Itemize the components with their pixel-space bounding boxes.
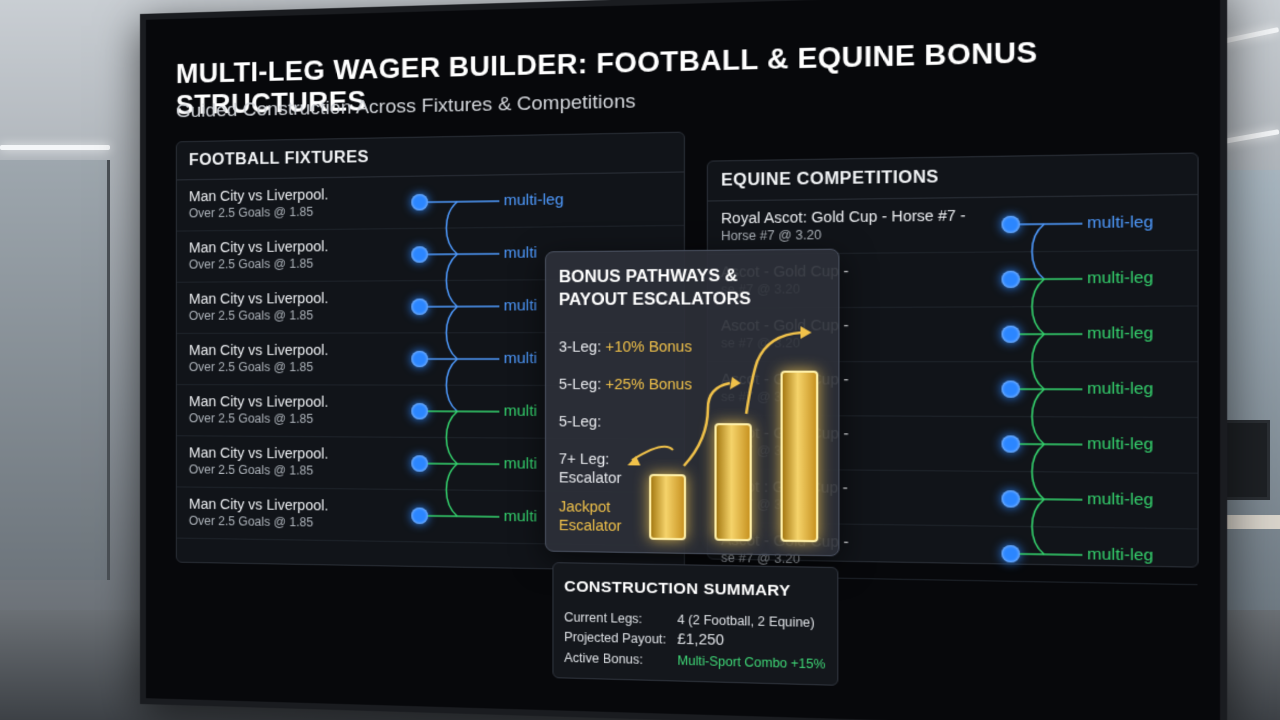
- leg-select-dot-icon[interactable]: [1002, 381, 1020, 398]
- football-fixture-odds: Over 2.5 Goals @ 1.85: [189, 256, 313, 271]
- leg-select-dot-icon[interactable]: [411, 403, 428, 419]
- ceiling-light: [0, 145, 110, 150]
- football-fixture-title: Man City vs Liverpool.: [189, 444, 329, 461]
- payout-escalator-bar: [781, 371, 819, 543]
- summary-heading: CONSTRUCTION SUMMARY: [564, 578, 790, 600]
- football-fixture-title: Man City vs Liverpool.: [189, 393, 329, 410]
- current-legs-label: Current Legs:: [564, 610, 642, 626]
- active-bonus-value: Multi-Sport Combo +15%: [677, 653, 825, 671]
- projected-payout-label: Projected Payout:: [564, 630, 666, 647]
- football-fixture-odds: Over 2.5 Goals @ 1.85: [189, 205, 313, 221]
- football-fixture-title: Man City vs Liverpool.: [189, 290, 329, 307]
- leg-select-dot-icon[interactable]: [1002, 326, 1020, 343]
- construction-summary-panel: CONSTRUCTION SUMMARY Current Legs: 4 (2 …: [552, 562, 838, 686]
- equine-competition-row[interactable]: Royal Ascot: Gold Cup - Horse #7 - Horse …: [708, 195, 1198, 255]
- multi-leg-link[interactable]: multi-leg: [1087, 380, 1153, 399]
- leg-select-dot-icon[interactable]: [411, 351, 428, 367]
- multi-leg-link[interactable]: multi: [504, 297, 538, 315]
- football-fixture-odds: Over 2.5 Goals @ 1.85: [189, 411, 313, 426]
- leg-select-dot-icon[interactable]: [411, 194, 428, 211]
- leg-select-dot-icon[interactable]: [411, 507, 428, 524]
- multi-leg-link[interactable]: multi: [504, 508, 538, 526]
- display-screen: MULTI-LEG WAGER BUILDER: FOOTBALL & EQUI…: [140, 0, 1227, 720]
- bonus-pathways-panel: BONUS PATHWAYS & PAYOUT ESCALATORS 3-Leg…: [545, 249, 840, 557]
- football-fixture-odds: Over 2.5 Goals @ 1.85: [189, 514, 313, 530]
- payout-escalator-bar: [714, 423, 751, 541]
- leg-select-dot-icon[interactable]: [1002, 216, 1020, 233]
- multi-leg-link[interactable]: multi-leg: [1087, 324, 1153, 343]
- football-fixture-odds: Over 2.5 Goals @ 1.85: [189, 308, 313, 323]
- multi-leg-link[interactable]: multi: [504, 350, 538, 368]
- equine-competitions-heading: EQUINE COMPETITIONS: [708, 154, 1198, 202]
- leg-select-dot-icon[interactable]: [1002, 545, 1020, 563]
- football-fixture-title: Man City vs Liverpool.: [189, 186, 329, 204]
- football-fixture-title: Man City vs Liverpool.: [189, 496, 329, 514]
- multi-leg-link[interactable]: multi: [504, 244, 538, 262]
- football-fixture-title: Man City vs Liverpool.: [189, 238, 329, 256]
- leg-select-dot-icon[interactable]: [411, 246, 428, 263]
- multi-leg-link[interactable]: multi-leg: [1087, 435, 1153, 454]
- football-fixture-odds: Over 2.5 Goals @ 1.85: [189, 462, 313, 477]
- leg-select-dot-icon[interactable]: [1002, 271, 1020, 288]
- multi-leg-link[interactable]: multi: [504, 402, 538, 420]
- leg-select-dot-icon[interactable]: [411, 455, 428, 472]
- football-fixture-row[interactable]: Man City vs Liverpool. Over 2.5 Goals @ 1…: [177, 173, 684, 232]
- projected-payout-value: £1,250: [677, 630, 724, 648]
- leg-select-dot-icon[interactable]: [411, 299, 428, 315]
- multi-leg-link[interactable]: multi-leg: [1087, 545, 1153, 565]
- leg-select-dot-icon[interactable]: [1002, 490, 1020, 507]
- leg-select-dot-icon[interactable]: [1002, 435, 1020, 452]
- football-fixture-odds: Over 2.5 Goals @ 1.85: [189, 360, 313, 374]
- football-fixture-title: Man City vs Liverpool.: [189, 342, 329, 358]
- multi-leg-link[interactable]: multi: [504, 455, 538, 473]
- payout-escalator-bar: [649, 474, 686, 540]
- current-legs-value: 4 (2 Football, 2 Equine): [677, 612, 814, 630]
- multi-leg-link[interactable]: multi-leg: [1087, 213, 1153, 232]
- active-bonus-label: Active Bonus:: [564, 650, 643, 667]
- glass-wall: [0, 160, 110, 580]
- multi-leg-link[interactable]: multi-leg: [504, 191, 564, 209]
- multi-leg-link[interactable]: multi-leg: [1087, 269, 1153, 288]
- equine-competition-odds: Horse #7 @ 3.20: [721, 228, 821, 244]
- equine-competition-title: Royal Ascot: Gold Cup - Horse #7 -: [721, 207, 966, 227]
- multi-leg-link[interactable]: multi-leg: [1087, 490, 1153, 509]
